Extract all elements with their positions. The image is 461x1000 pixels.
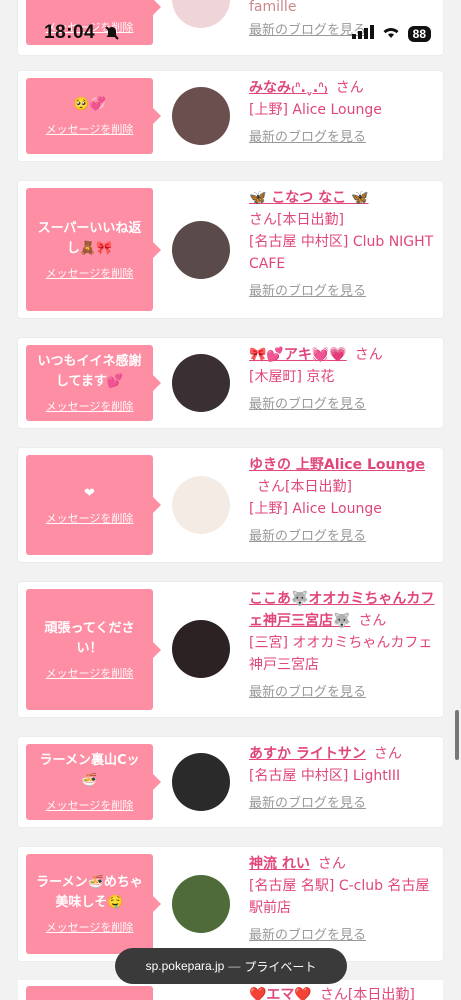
shop-label: [上野] Alice Lounge	[249, 102, 382, 118]
message-bubble: ラーメン🍜めちゃ美味しそ🤤 メッセージを削除	[26, 854, 161, 954]
avatar[interactable]	[172, 87, 230, 145]
delete-message-link[interactable]: メッセージを削除	[46, 121, 134, 137]
honorific: さん	[335, 80, 364, 96]
delete-message-link[interactable]: メッセージを削除	[46, 510, 134, 526]
message-card: いつもイイネ感謝してます💕 メッセージを削除 🎀💕アキ💓💗 さん [木屋町] 京花…	[18, 338, 443, 428]
user-name-link[interactable]: 🎀💕アキ💓💗	[249, 347, 347, 363]
user-name-link[interactable]: 🦋 こなつ なこ 🦋	[249, 190, 369, 206]
message-card: 頑張ってください！ メッセージを削除 ここあ🐺オオカミちゃんカフェ神戸三宮店🐺 さ…	[18, 582, 443, 717]
avatar[interactable]	[172, 476, 230, 534]
avatar[interactable]	[172, 620, 230, 678]
user-name-link[interactable]: 神流 れい	[249, 856, 310, 872]
user-name-link[interactable]: ここあ🐺オオカミちゃんカフェ神戸三宮店🐺	[249, 591, 434, 629]
message-bubble: メッセージを削除	[26, 0, 161, 45]
delete-message-link[interactable]: メッセージを削除	[46, 265, 134, 281]
latest-blog-link[interactable]: 最新のブログを見る	[249, 793, 437, 815]
message-bubble: いつもイイネ感謝してます💕 メッセージを削除	[26, 345, 161, 421]
shop-label: [木屋町] 京花	[249, 369, 335, 385]
message-bubble: スーパーいいね返し🧸🎀 メッセージを削除	[26, 188, 161, 311]
avatar[interactable]	[172, 753, 230, 811]
shop-label: [名古屋 名駅] C-club 名古屋駅前店	[249, 878, 430, 916]
avatar[interactable]	[172, 0, 230, 28]
delete-message-link[interactable]: メッセージを削除	[46, 797, 134, 813]
message-bubble: 頑張ってください！ メッセージを削除	[26, 589, 161, 710]
message-card-partial: メッセージを削除 famille 最新のブログを見る	[18, 0, 443, 55]
honorific: さん	[358, 613, 387, 629]
message-card: 🥺💞 メッセージを削除 みなみ₍ᐢ.ˬ.ᐢ₎ さん [上野] Alice Loun…	[18, 71, 443, 161]
work-status: [本日出勤]	[285, 479, 352, 495]
avatar[interactable]	[172, 875, 230, 933]
message-card: ラーメン🍜めちゃ美味しそ🤤 メッセージを削除 神流 れい さん [名古屋 名駅] …	[18, 847, 443, 961]
avatar[interactable]	[172, 354, 230, 412]
shop-label: famille	[249, 0, 297, 15]
message-bubble: 🥺💞 メッセージを削除	[26, 78, 161, 154]
latest-blog-link[interactable]: 最新のブログを見る	[249, 20, 437, 42]
latest-blog-link[interactable]: 最新のブログを見る	[249, 682, 437, 704]
message-text: ❤	[84, 486, 95, 501]
message-bubble: ❤ メッセージを削除	[26, 455, 161, 555]
private-mode-label: プライベート	[244, 959, 317, 974]
message-text: スーパーいいね返し🧸🎀	[37, 220, 142, 256]
delete-message-link[interactable]: メッセージを削除	[46, 19, 134, 35]
shop-label: [名古屋 中村区] Club NIGHT CAFE	[249, 234, 434, 272]
honorific: さん	[317, 856, 346, 872]
latest-blog-link[interactable]: 最新のブログを見る	[249, 127, 437, 149]
honorific: さん	[249, 212, 277, 228]
latest-blog-link[interactable]: 最新のブログを見る	[249, 526, 437, 548]
honorific: さん	[354, 347, 383, 363]
message-text: いつもイイネ感謝してます💕	[37, 354, 142, 389]
honorific: さん	[257, 479, 285, 495]
url-separator: —	[228, 959, 241, 973]
latest-blog-link[interactable]: 最新のブログを見る	[249, 281, 437, 303]
work-status: [本日出勤]	[347, 987, 415, 1000]
message-text: ラーメン裏山Cッ🍜	[39, 753, 140, 788]
shop-label: [上野] Alice Lounge	[249, 501, 382, 517]
message-bubble: ラーメン裏山Cッ🍜 メッセージを削除	[26, 744, 161, 820]
latest-blog-link[interactable]: 最新のブログを見る	[249, 925, 437, 947]
user-name-link[interactable]: ❤️エマ❤️	[249, 987, 312, 1000]
message-card: ❤ メッセージを削除 ゆきの 上野Alice Lounge さん[本日出勤] [上…	[18, 448, 443, 562]
honorific: さん	[373, 746, 402, 762]
message-card: スーパーいいね返し🧸🎀 メッセージを削除 🦋 こなつ なこ 🦋 さん[本日出勤]…	[18, 181, 443, 318]
avatar[interactable]	[172, 221, 230, 279]
message-text: 🥺💞	[73, 97, 106, 112]
user-name-link[interactable]: あすか ライトサン	[249, 746, 366, 762]
message-bubble	[26, 986, 153, 1000]
message-text: ラーメン🍜めちゃ美味しそ🤤	[36, 875, 143, 910]
delete-message-link[interactable]: メッセージを削除	[46, 919, 134, 935]
message-card: ラーメン裏山Cッ🍜 メッセージを削除 あすか ライトサン さん [名古屋 中村区]…	[18, 737, 443, 827]
url-bar[interactable]: sp.pokepara.jp — プライベート	[115, 948, 347, 984]
user-name-link[interactable]: みなみ₍ᐢ.ˬ.ᐢ₎	[249, 80, 328, 96]
delete-message-link[interactable]: メッセージを削除	[46, 665, 134, 681]
shop-label: [名古屋 中村区] LightIII	[249, 768, 401, 784]
work-status: [本日出勤]	[277, 212, 344, 228]
shop-label: [三宮] オオカミちゃんカフェ神戸三宮店	[249, 635, 433, 673]
message-text: 頑張ってください！	[44, 620, 135, 656]
delete-message-link[interactable]: メッセージを削除	[46, 398, 134, 414]
url-domain: sp.pokepara.jp	[145, 959, 225, 973]
user-name-link[interactable]: ゆきの 上野Alice Lounge	[249, 457, 425, 473]
latest-blog-link[interactable]: 最新のブログを見る	[249, 394, 437, 416]
scrollbar[interactable]	[455, 710, 459, 760]
honorific: さん	[319, 987, 348, 1000]
